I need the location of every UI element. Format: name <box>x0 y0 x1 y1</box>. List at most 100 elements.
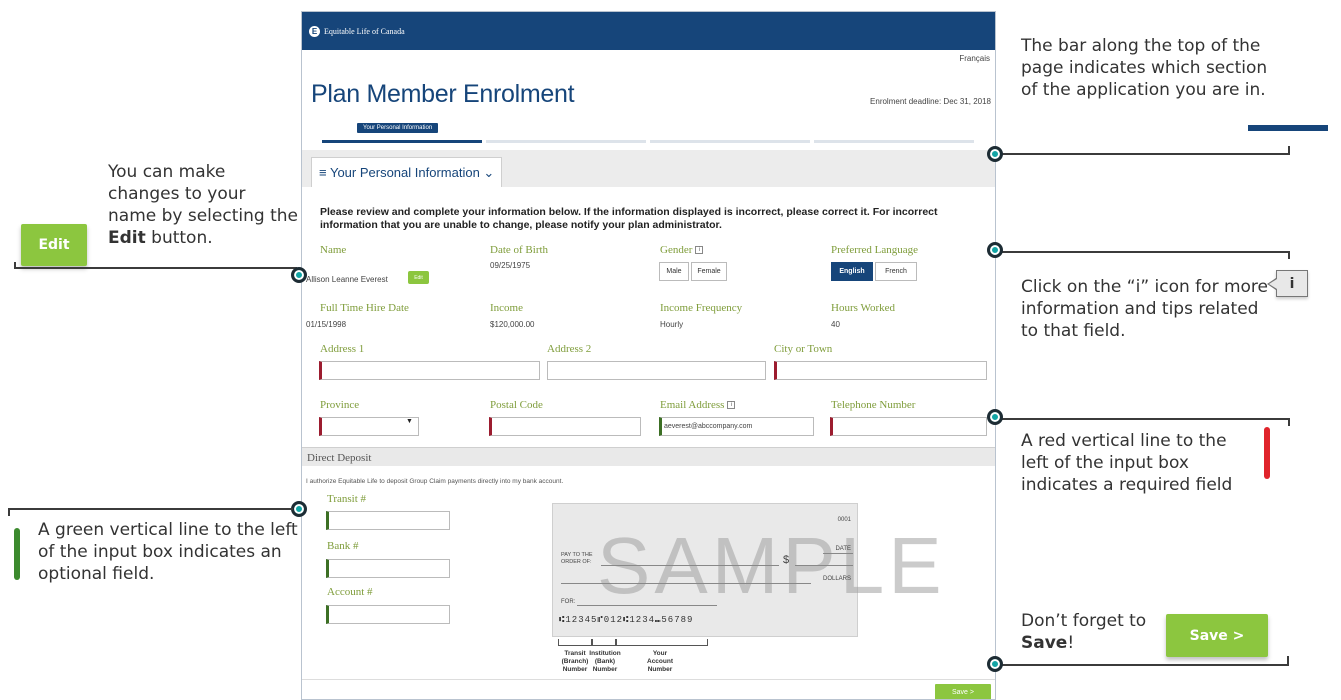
progress-segment-personal <box>322 140 482 143</box>
city-label: City or Town <box>774 343 833 355</box>
city-input[interactable] <box>774 361 987 380</box>
section-dropdown-tab[interactable]: ≡ Your Personal Information ⌄ <box>311 157 503 187</box>
telephone-label: Telephone Number <box>831 399 916 411</box>
save-connector-dot <box>987 656 1003 672</box>
chevron-down-icon: ▼ <box>406 418 413 425</box>
direct-deposit-title: Direct Deposit <box>307 452 372 464</box>
red-connector-dot <box>987 409 1003 425</box>
hire-date-label: Full Time Hire Date <box>320 302 409 314</box>
gender-info-icon[interactable]: i <box>695 246 704 255</box>
language-label: Preferred Language <box>831 244 919 256</box>
transit-label: Transit # <box>327 493 367 505</box>
sample-cheque-image: SAMPLE 0001 DATE PAY TO THE ORDER OF: $ … <box>552 503 942 637</box>
hours-worked-value: 40 <box>831 320 840 329</box>
tutorial-canvas: E Equitable Life of Canada Français Plan… <box>0 0 1341 700</box>
address1-label: Address 1 <box>320 343 365 355</box>
edit-annotation: You can make changes to your name by sel… <box>108 162 298 248</box>
cheque-watermark: SAMPLE <box>597 521 946 610</box>
cheque-for: FOR: <box>561 599 576 605</box>
gender-male-button[interactable]: Male <box>659 262 689 281</box>
optional-annotation: A green vertical line to the left of the… <box>38 520 298 584</box>
required-annotation: A red vertical line to the left of the i… <box>1021 431 1233 495</box>
name-value: Allison Leanne Everest <box>306 275 388 284</box>
transit-input[interactable] <box>326 511 450 530</box>
account-bracket <box>616 639 708 646</box>
info-annotation: Click on the “i” icon for more informati… <box>1021 277 1268 341</box>
green-connector-dot <box>291 501 307 517</box>
cheque-date-line <box>823 553 853 554</box>
name-label: Name <box>320 244 347 256</box>
province-label: Province <box>320 399 360 411</box>
green-connector-tick <box>8 508 10 516</box>
save-button[interactable]: Save > <box>935 684 991 699</box>
info-callout-tail-inner <box>1269 279 1277 289</box>
info-connector-line <box>998 251 1290 253</box>
cheque-micr-line: ⑆12345⑈012⑆1234⑉56789 <box>559 615 694 625</box>
top-bar-connector-dot <box>987 146 1003 162</box>
bank-label: Bank # <box>327 540 359 552</box>
red-line-sample <box>1264 427 1270 479</box>
cheque-pay-to: PAY TO THE ORDER OF: <box>561 552 593 565</box>
progress-segment-4 <box>814 140 974 143</box>
postal-code-input[interactable] <box>489 417 641 436</box>
cheque-date: DATE <box>835 546 851 552</box>
progress-segment-3 <box>650 140 810 143</box>
address2-label: Address 2 <box>547 343 592 355</box>
cheque-caption-institution: Institution (Bank) Number <box>589 650 621 673</box>
institution-bracket <box>592 639 616 646</box>
cheque-dollar-sign: $ <box>783 554 790 566</box>
info-connector-tick <box>1288 251 1290 259</box>
hours-worked-label: Hours Worked <box>831 302 895 314</box>
enrolment-deadline: Enrolment deadline: Dec 31, 2018 <box>870 97 991 106</box>
equitable-logo-icon: E <box>309 25 320 37</box>
edit-connector-line <box>15 267 297 269</box>
info-connector-dot <box>987 242 1003 258</box>
cheque-dollars: DOLLARS <box>822 576 851 582</box>
account-label: Account # <box>327 586 373 598</box>
edit-name-button[interactable]: Edit <box>408 271 429 284</box>
top-bar-annotation: The bar along the top of the page indica… <box>1021 36 1268 100</box>
cheque-amount-line <box>795 565 853 566</box>
bank-input[interactable] <box>326 559 450 578</box>
province-select[interactable] <box>319 417 419 436</box>
save-annotation: Don’t forget to Save! <box>1021 611 1147 653</box>
footer-divider <box>302 679 995 680</box>
green-connector-line <box>9 508 293 510</box>
edit-button-callout: Edit <box>21 224 87 266</box>
progress-bar <box>322 140 974 143</box>
cheque-caption-account: Your Account Number <box>647 650 673 673</box>
brand-name: Equitable Life of Canada <box>324 26 405 36</box>
income-value: $120,000.00 <box>490 320 535 329</box>
cheque-payee-line <box>601 565 779 566</box>
red-connector-line <box>998 418 1290 420</box>
email-value: aeverest@abccompany.com <box>664 423 753 430</box>
save-button-callout: Save > <box>1166 614 1268 657</box>
account-input[interactable] <box>326 605 450 624</box>
address1-input[interactable] <box>319 361 540 380</box>
income-frequency-label: Income Frequency <box>660 302 743 314</box>
green-line-sample <box>14 528 20 580</box>
email-info-icon[interactable]: i <box>727 401 736 410</box>
progress-segment-2 <box>486 140 646 143</box>
telephone-input[interactable] <box>830 417 987 436</box>
current-step-label: Your Personal Information <box>357 123 439 133</box>
gender-female-button[interactable]: Female <box>691 262 727 281</box>
language-french-button[interactable]: French <box>875 262 917 281</box>
address2-input[interactable] <box>547 361 766 380</box>
dob-label: Date of Birth <box>490 244 549 256</box>
save-connector-line <box>998 664 1289 666</box>
language-english-button[interactable]: English <box>831 262 873 281</box>
language-toggle-link[interactable]: Français <box>959 54 990 63</box>
page-title: Plan Member Enrolment <box>311 80 575 108</box>
income-label: Income <box>490 302 523 314</box>
red-connector-tick <box>1288 418 1290 426</box>
direct-deposit-bar <box>302 447 995 466</box>
enrolment-app: E Equitable Life of Canada Français Plan… <box>301 11 996 700</box>
cheque-words-line <box>561 583 811 584</box>
info-icon: i <box>1276 270 1308 297</box>
top-bar-connector-tick <box>1288 146 1290 155</box>
cheque-memo-line <box>577 605 717 606</box>
email-label: Email Address i <box>660 399 736 411</box>
edit-connector-dot <box>291 267 307 283</box>
direct-deposit-authorization: I authorize Equitable Life to deposit Gr… <box>306 478 564 485</box>
